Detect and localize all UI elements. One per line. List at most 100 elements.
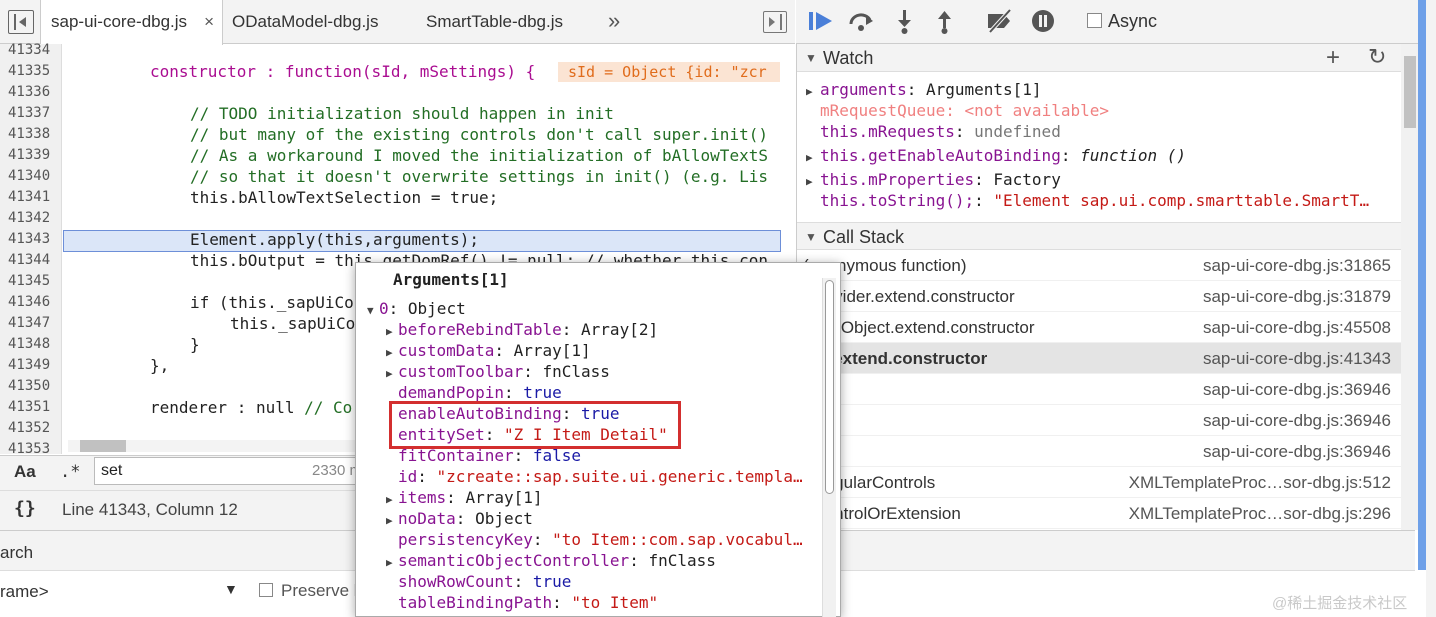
line-number[interactable]: 41338 <box>8 126 50 142</box>
step-over-icon[interactable] <box>846 6 876 42</box>
popover-property-row[interactable]: ▶ noData: Object <box>386 509 533 528</box>
resume-icon[interactable] <box>806 6 836 42</box>
code-line-41335[interactable]: constructor : function(sId, mSettings) { <box>150 62 535 81</box>
popover-property-row[interactable]: ▶ semanticObjectController: fnClass <box>386 551 716 570</box>
popover-property-row[interactable]: ▶ customData: Array[1] <box>386 341 591 360</box>
tab-smarttable-dbg[interactable]: SmartTable-dbg.js <box>416 0 596 44</box>
frame-location[interactable]: XMLTemplateProc…sor-dbg.js:296 <box>1129 498 1391 529</box>
async-checkbox[interactable] <box>1087 13 1102 28</box>
scrollbar-thumb[interactable] <box>80 440 126 452</box>
toggle-navigator-icon[interactable] <box>8 10 34 34</box>
watch-item[interactable]: this.mRequests: undefined <box>806 122 1061 141</box>
code-line-41338[interactable]: // but many of the existing controls don… <box>190 125 768 144</box>
step-into-icon[interactable] <box>890 6 920 42</box>
popover-property-row[interactable]: ▶ customToolbar: fnClass <box>386 362 610 381</box>
expand-triangle-icon[interactable]: ▼ <box>367 304 379 317</box>
callstack-frame[interactable]: eRegularControls XMLTemplateProc…sor-dbg.… <box>797 467 1401 498</box>
tab-odatamodel-dbg[interactable]: ODataModel-dbg.js <box>222 0 412 44</box>
watch-item[interactable]: this.toString();: "Element sap.ui.comp.s… <box>806 191 1396 210</box>
pause-on-exceptions-icon[interactable] <box>1030 6 1058 42</box>
code-line-41347[interactable]: this._sapUiCo <box>230 314 355 333</box>
code-line-41343[interactable]: Element.apply(this,arguments); <box>190 230 479 249</box>
chevron-down-icon[interactable]: ▼ <box>224 581 238 597</box>
code-line-41349[interactable]: }, <box>150 356 169 375</box>
line-number[interactable]: 41345 <box>8 273 50 289</box>
line-number[interactable]: 41350 <box>8 378 50 394</box>
code-line-41339[interactable]: // As a workaround I moved the initializ… <box>190 146 768 165</box>
match-case-icon[interactable]: Aa <box>14 462 36 482</box>
line-number[interactable]: 41344 <box>8 252 50 268</box>
line-number[interactable]: 41337 <box>8 105 50 121</box>
watch-item[interactable]: mRequestQueue: <not available> <box>806 101 1109 120</box>
code-line-41340[interactable]: // so that it doesn't overwrite settings… <box>190 167 768 186</box>
expand-arrow-icon[interactable]: ▶ <box>386 514 398 527</box>
popover-property-row[interactable]: persistencyKey: "to Item::com.sap.vocabu… <box>386 530 803 549</box>
drawer-title[interactable]: arch <box>0 543 33 563</box>
popover-root-row[interactable]: ▼ 0: Object <box>367 299 466 318</box>
pretty-print-icon[interactable]: {} <box>14 498 36 519</box>
line-number[interactable]: 41334 <box>8 42 50 58</box>
scrollbar-thumb[interactable] <box>1404 56 1416 128</box>
callstack-frame[interactable]: ent.extend.constructor sap-ui-core-dbg.js… <box>797 343 1401 374</box>
frame-select[interactable]: rame> <box>0 582 49 602</box>
code-line-41348[interactable]: } <box>190 335 200 354</box>
callstack-frame[interactable]: sssap-ui-core-dbg.js:36946 <box>797 405 1401 436</box>
expand-arrow-icon[interactable]: ▶ <box>806 151 820 164</box>
watch-item[interactable]: ▶ this.getEnableAutoBinding: function () <box>806 146 1186 165</box>
callstack-section-header[interactable]: ▼ Call Stack <box>797 222 1401 250</box>
line-number[interactable]: 41348 <box>8 336 50 352</box>
frame-location[interactable]: sap-ui-core-dbg.js:36946 <box>1203 405 1391 436</box>
preserve-log-checkbox[interactable] <box>259 583 273 597</box>
line-number[interactable]: 41343 <box>8 231 50 247</box>
code-line-41341[interactable]: this.bAllowTextSelection = true; <box>190 188 498 207</box>
callstack-frame[interactable]: sssap-ui-core-dbg.js:36946 <box>797 436 1401 467</box>
popover-property-row[interactable]: ▶ items: Array[1] <box>386 488 543 507</box>
line-number[interactable]: 41336 <box>8 84 50 100</box>
frame-location[interactable]: sap-ui-core-dbg.js:45508 <box>1203 312 1391 343</box>
expand-arrow-icon[interactable]: ▶ <box>806 175 820 188</box>
code-line-41346[interactable]: if (this._sapUiCo <box>190 293 354 312</box>
watch-item[interactable]: ▶ this.mProperties: Factory <box>806 170 1061 189</box>
line-number[interactable]: 41339 <box>8 147 50 163</box>
line-number[interactable]: 41335 <box>8 63 50 79</box>
popover-property-row[interactable]: id: "zcreate::sap.suite.ui.generic.templ… <box>386 467 803 486</box>
callstack-frame[interactable]: sssap-ui-core-dbg.js:36946 <box>797 374 1401 405</box>
frame-location[interactable]: sap-ui-core-dbg.js:41343 <box>1203 343 1391 374</box>
regex-icon[interactable]: .* <box>60 462 80 482</box>
expand-arrow-icon[interactable]: ▶ <box>386 367 398 380</box>
line-number[interactable]: 41340 <box>8 168 50 184</box>
scrollbar-thumb[interactable] <box>825 280 834 494</box>
callstack-frame[interactable]: eControlOrExtension XMLTemplateProc…sor-d… <box>797 498 1401 529</box>
code-line-41351[interactable]: renderer : null // Co <box>150 398 352 417</box>
line-number[interactable]: 41349 <box>8 357 50 373</box>
step-out-icon[interactable] <box>930 6 960 42</box>
line-number[interactable]: 41346 <box>8 294 50 310</box>
popover-property-row[interactable]: demandPopin: true <box>386 383 562 402</box>
popover-property-row[interactable]: showRowCount: true <box>386 572 571 591</box>
deactivate-breakpoints-icon[interactable] <box>984 6 1016 42</box>
toggle-debugger-sidebar-icon[interactable] <box>763 11 787 33</box>
callstack-frame[interactable]: agedObject.extend.constructor sap-ui-core… <box>797 312 1401 343</box>
callstack-frame[interactable]: (anonymous function) sap-ui-core-dbg.js:3… <box>797 250 1401 281</box>
popover-property-row[interactable]: tableBindingPath: "to Item" <box>386 593 658 612</box>
line-number[interactable]: 41341 <box>8 189 50 205</box>
frame-location[interactable]: XMLTemplateProc…sor-dbg.js:512 <box>1129 467 1391 498</box>
line-number[interactable]: 41347 <box>8 315 50 331</box>
code-line-41337[interactable]: // TODO initialization should happen in … <box>190 104 614 123</box>
watch-item[interactable]: ▶ arguments: Arguments[1] <box>806 80 1042 99</box>
line-number[interactable]: 41351 <box>8 399 50 415</box>
more-tabs-icon[interactable]: » <box>608 0 620 44</box>
expand-arrow-icon[interactable]: ▶ <box>386 346 398 359</box>
tab-sap-ui-core-dbg[interactable]: sap-ui-core-dbg.js × <box>40 0 223 45</box>
frame-location[interactable]: sap-ui-core-dbg.js:31879 <box>1203 281 1391 312</box>
expand-arrow-icon[interactable]: ▶ <box>386 493 398 506</box>
frame-location[interactable]: sap-ui-core-dbg.js:36946 <box>1203 436 1391 467</box>
refresh-icon[interactable]: ↻ <box>1368 44 1386 70</box>
expand-arrow-icon[interactable]: ▶ <box>386 556 398 569</box>
add-watch-icon[interactable]: + <box>1326 44 1340 72</box>
line-number[interactable]: 41352 <box>8 420 50 436</box>
expand-arrow-icon[interactable]: ▶ <box>386 325 398 338</box>
frame-location[interactable]: sap-ui-core-dbg.js:31865 <box>1203 250 1391 281</box>
callstack-frame[interactable]: tProvider.extend.constructor sap-ui-core-… <box>797 281 1401 312</box>
line-number[interactable]: 41342 <box>8 210 50 226</box>
